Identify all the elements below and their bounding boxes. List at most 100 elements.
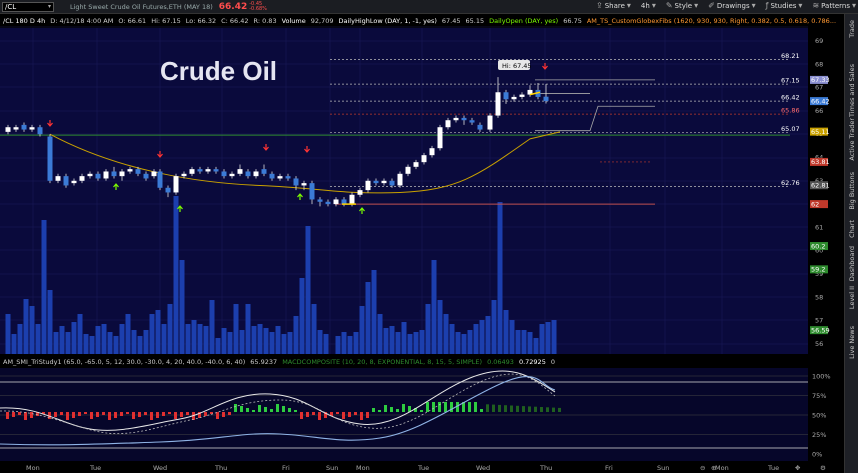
macd-histogram-bar xyxy=(366,412,369,418)
macd-histogram-bar xyxy=(264,407,267,412)
side-tab-chart[interactable]: Chart xyxy=(845,220,858,238)
candle-body xyxy=(165,187,171,193)
volume-bar xyxy=(395,332,401,354)
candle-body xyxy=(269,173,275,179)
volume-bar xyxy=(293,316,299,354)
header-segment: AM_TS_CustomGlobexFibs (1620, 930, 930, … xyxy=(587,17,836,25)
candle-body xyxy=(317,199,323,202)
price-tick: 69 xyxy=(815,37,823,45)
macd-histogram-bar xyxy=(378,410,381,412)
side-tab-label: Live News xyxy=(848,326,856,359)
macd-histogram-bar xyxy=(24,412,27,420)
candle-body xyxy=(237,169,243,174)
symbol-input[interactable]: /CL ▾ xyxy=(2,1,54,12)
zoom-out-icon[interactable]: ⊖ xyxy=(700,464,705,472)
candle-body xyxy=(143,173,149,179)
share-label: Share xyxy=(604,1,625,10)
header-segment: 0 xyxy=(551,358,555,366)
price-badge-text: 56.59 xyxy=(811,326,830,334)
time-tick: Wed xyxy=(476,464,490,472)
volume-bar xyxy=(101,324,107,354)
macd-histogram-bar xyxy=(132,412,135,419)
osc-tick: 50% xyxy=(812,412,826,420)
chevron-down-icon: ▾ xyxy=(851,1,856,10)
volume-bar xyxy=(383,328,389,354)
macd-histogram-bar xyxy=(78,412,81,416)
volume-bar xyxy=(455,332,461,354)
side-tab-times-and-sales[interactable]: Times and Sales xyxy=(845,64,858,117)
side-tab-trade[interactable]: Trade xyxy=(845,20,858,50)
side-tab-dashboard[interactable]: Dashboard xyxy=(845,246,858,282)
candle-body xyxy=(173,176,179,193)
header-segment: 65.9237 xyxy=(250,358,277,366)
volume-bar xyxy=(353,332,359,354)
crosshair-icon[interactable]: ✥ xyxy=(795,464,801,472)
side-tab-label: Trade xyxy=(848,20,856,38)
macd-histogram-bar xyxy=(72,412,75,418)
studies-button[interactable]: ƒ Studies ▾ xyxy=(766,1,803,10)
drawings-button[interactable]: ✐ Drawings ▾ xyxy=(708,1,755,10)
volume-bar xyxy=(167,304,173,354)
volume-bar xyxy=(41,220,47,354)
volume-bar xyxy=(515,330,521,354)
candle-body xyxy=(103,171,109,179)
candle-body xyxy=(405,166,411,174)
volume-bar xyxy=(23,299,29,354)
side-tab-big-buttons[interactable]: Big Buttons xyxy=(845,172,858,212)
volume-bar xyxy=(245,304,251,354)
side-tab-level-ii[interactable]: Level II xyxy=(845,286,858,318)
share-button[interactable]: ⇪ Share ▾ xyxy=(596,1,631,10)
candle-body xyxy=(445,120,451,128)
macd-histogram-bar xyxy=(18,412,21,415)
volume-bar xyxy=(371,270,377,354)
macd-histogram-bar xyxy=(282,406,285,412)
volume-bar xyxy=(59,326,65,354)
volume-bar xyxy=(47,290,53,354)
header-segment: 0.06493 xyxy=(487,358,514,366)
side-tab-active-trader[interactable]: Active Trader xyxy=(845,118,858,164)
settings-icon[interactable]: ⚙ xyxy=(820,464,826,472)
period-selector[interactable]: 4h ▾ xyxy=(641,1,656,10)
time-tick: Sun xyxy=(326,464,338,472)
zoom-in-icon[interactable]: ⊕ xyxy=(711,464,716,472)
candle-body xyxy=(253,171,259,177)
price-tick: 66 xyxy=(815,107,823,115)
volume-bar xyxy=(95,326,101,354)
macd-histogram-bar xyxy=(402,404,405,412)
time-tick: Mon xyxy=(26,464,40,472)
price-badge-text: 65.11 xyxy=(811,128,830,136)
header-segment: D: 4/12/18 4:00 AM xyxy=(50,17,113,25)
price-chart[interactable]: /CL 180 D 4h D: 4/12/18 4:00 AM O: 66.61 Hi… xyxy=(0,14,844,473)
macd-histogram-bar xyxy=(318,412,321,420)
style-button[interactable]: ✎ Style ▾ xyxy=(666,1,698,10)
chart-study-header: /CL 180 D 4h D: 4/12/18 4:00 AM O: 66.61 Hi… xyxy=(3,17,836,25)
candle-body xyxy=(197,169,203,172)
side-tab-label: Times and Sales xyxy=(848,64,856,117)
level-label: 65.86 xyxy=(781,107,800,115)
volume-bar xyxy=(407,334,413,354)
volume-bar xyxy=(137,336,143,354)
candle-body xyxy=(453,117,459,121)
volume-bar xyxy=(65,332,71,354)
macd-histogram-bar xyxy=(204,412,207,416)
macd-histogram-bar xyxy=(336,412,339,414)
header-segment: 0.72925 xyxy=(519,358,546,366)
level-label: 68.21 xyxy=(781,52,800,60)
price-badge-text: 67.33 xyxy=(811,76,830,84)
macd-histogram-bar xyxy=(120,412,123,416)
side-tab-label: Level II xyxy=(848,286,856,310)
side-tab-label: Big Buttons xyxy=(848,172,856,210)
side-tab-label: Dashboard xyxy=(848,246,856,282)
volume-bar xyxy=(323,334,329,354)
volume-bar xyxy=(155,310,161,354)
volume-bar xyxy=(473,324,479,354)
hi-callout-text: Hi: 67.45 xyxy=(502,62,532,70)
candle-body xyxy=(157,171,163,188)
instrument-description: Light Sweet Crude Oil Futures,ETH (MAY 1… xyxy=(70,2,213,11)
toolbar: /CL ▾ Light Sweet Crude Oil Futures,ETH … xyxy=(0,0,858,14)
price-badge-text: 62 xyxy=(811,200,819,208)
style-label: Style xyxy=(674,1,693,10)
patterns-button[interactable]: ≋ Patterns ▾ xyxy=(812,1,856,10)
side-tab-live-news[interactable]: Live News xyxy=(845,326,858,359)
volume-bar xyxy=(527,332,533,354)
